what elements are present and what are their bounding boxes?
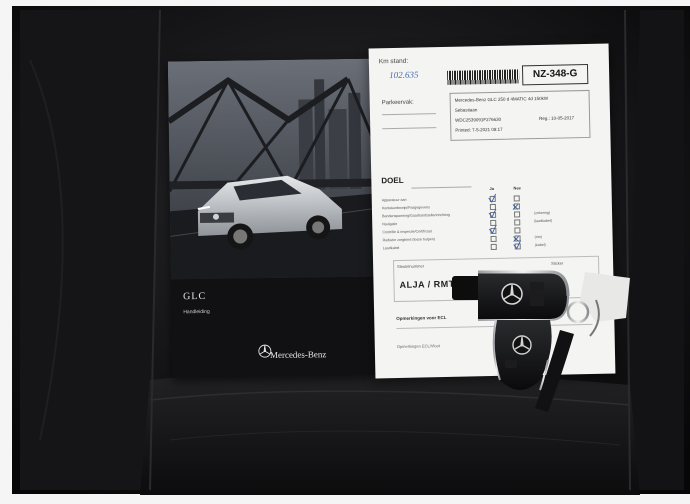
key-ring bbox=[566, 300, 590, 324]
key-fob-upper bbox=[452, 270, 570, 321]
car-keys bbox=[452, 270, 630, 412]
photo-scene: GLC Handleiding Mercedes-Benz Km stand: … bbox=[0, 0, 690, 504]
